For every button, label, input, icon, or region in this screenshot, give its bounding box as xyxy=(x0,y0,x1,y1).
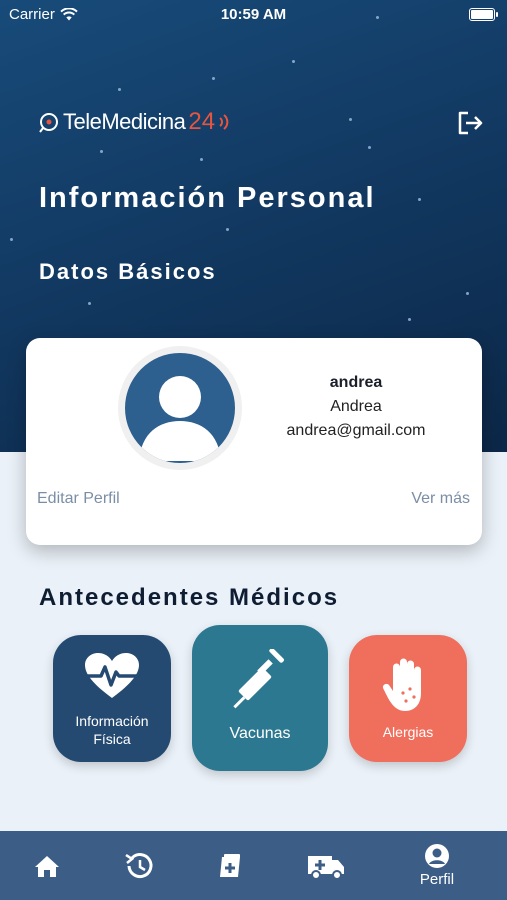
syringe-icon xyxy=(233,649,284,709)
profile-name: Andrea xyxy=(330,398,382,415)
tab-profile[interactable]: Perfil xyxy=(407,831,467,900)
heartbeat-icon xyxy=(85,653,139,698)
user-silhouette-icon xyxy=(139,376,221,461)
profile-username: andrea xyxy=(329,374,383,391)
allergies-label: Alergias xyxy=(382,724,434,740)
status-bar: Carrier 10:59 AM xyxy=(0,0,507,30)
physical-info-label-line2: Física xyxy=(93,731,131,747)
logo-number: 24 xyxy=(188,108,216,135)
medical-history-title: Antecedentes Médicos xyxy=(39,584,340,611)
prescription-icon xyxy=(220,853,240,877)
physical-info-label-line1: Información xyxy=(75,713,149,729)
avatar[interactable] xyxy=(118,346,242,470)
ambulance-icon xyxy=(308,855,344,880)
physical-info-button[interactable]: Información Física xyxy=(53,635,171,762)
tab-ambulance[interactable] xyxy=(300,831,352,900)
history-icon xyxy=(125,852,153,878)
vaccines-label: Vacunas xyxy=(229,725,291,742)
see-more-link[interactable]: Ver más xyxy=(411,490,470,508)
tab-profile-label: Perfil xyxy=(419,871,455,888)
home-icon xyxy=(35,855,59,877)
page-title: Información Personal xyxy=(39,182,376,214)
clock: 10:59 AM xyxy=(220,6,287,23)
allergies-button[interactable]: Alergias xyxy=(349,635,467,762)
edit-profile-link[interactable]: Editar Perfil xyxy=(37,490,120,508)
tab-bar: Perfil xyxy=(0,831,507,900)
profile-card: andrea Andrea andrea@gmail.com Editar Pe… xyxy=(26,338,482,545)
profile-icon xyxy=(425,844,449,868)
tab-prescription[interactable] xyxy=(208,831,254,900)
profile-email: andrea@gmail.com xyxy=(286,422,426,439)
app-logo: TeleMedicina 24 xyxy=(38,108,230,136)
tab-history[interactable] xyxy=(116,831,162,900)
allergy-hand-icon xyxy=(382,658,421,711)
logo-brand: TeleMedicina xyxy=(63,109,186,134)
vaccines-button[interactable]: Vacunas xyxy=(192,625,328,771)
battery-icon xyxy=(469,8,498,21)
logout-icon[interactable] xyxy=(456,110,484,136)
signal-waves-icon xyxy=(219,114,229,130)
tab-home[interactable] xyxy=(24,831,70,900)
stethoscope-icon xyxy=(39,113,58,133)
section-title: Datos Básicos xyxy=(39,259,217,284)
